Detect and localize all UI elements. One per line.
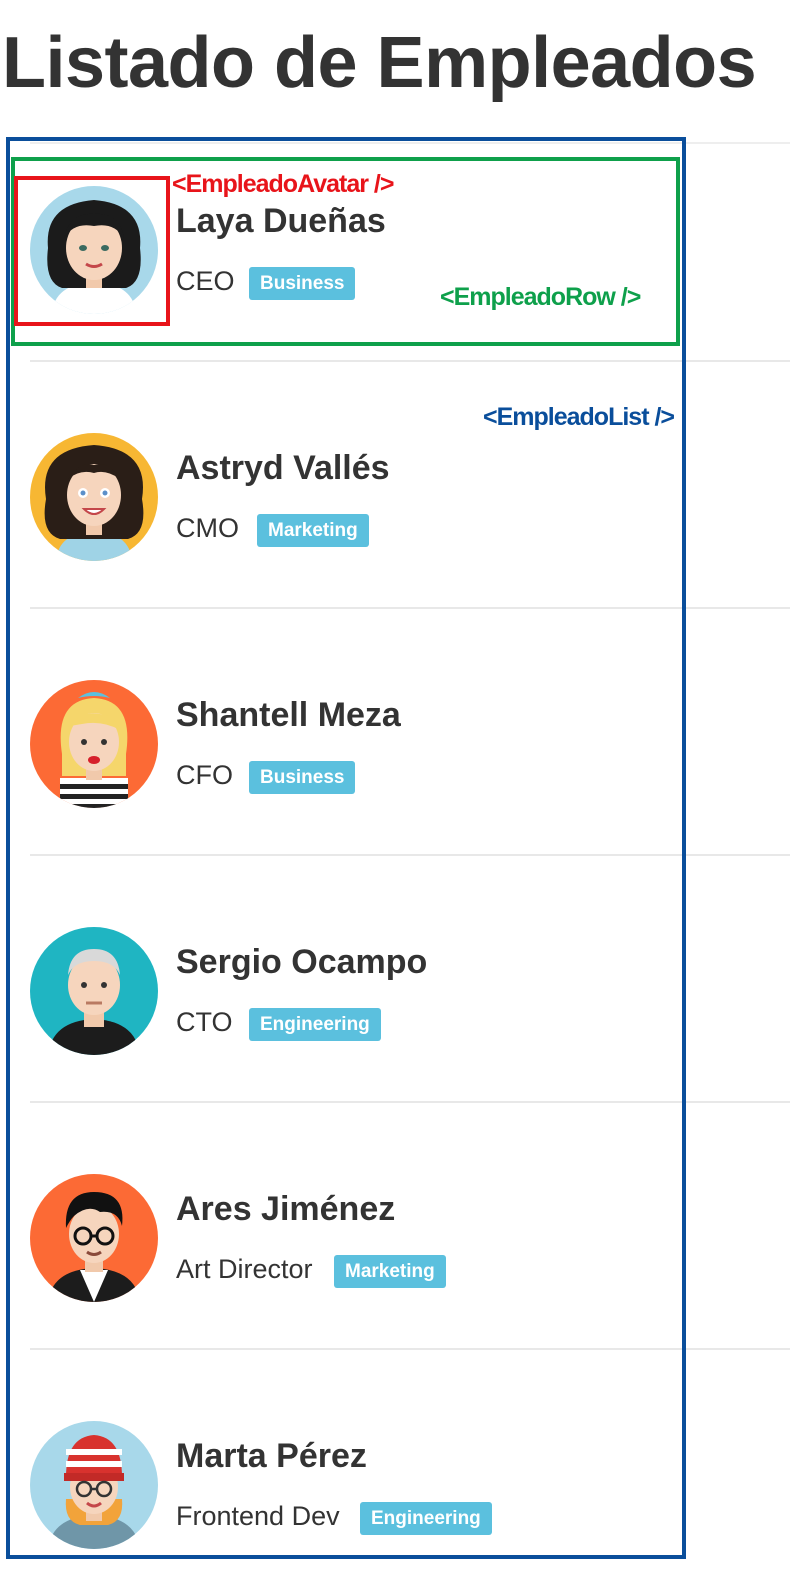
empleado-avatar-annotation-box	[14, 176, 170, 326]
empleado-list-annotation-box	[6, 137, 686, 1559]
empleado-row-label: <EmpleadoRow />	[440, 283, 641, 311]
empleado-list-label: <EmpleadoList />	[483, 403, 675, 431]
page-title: Listado de Empleados	[2, 23, 757, 103]
employee-list-page: Listado de Empleados Laya Dueñas CEO Bus…	[0, 0, 790, 1586]
empleado-avatar-label: <EmpleadoAvatar />	[172, 170, 394, 198]
